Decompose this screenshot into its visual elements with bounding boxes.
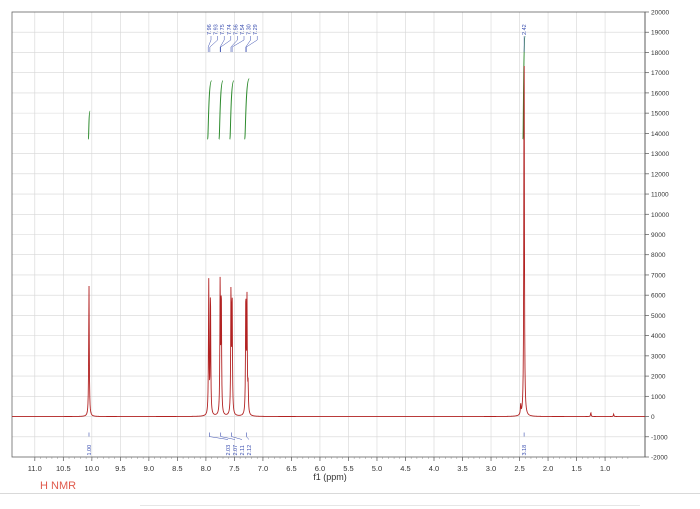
y-tick-label: 1000 [651,394,666,401]
y-tick-label: 15000 [651,111,669,118]
y-tick-label: 16000 [651,90,669,97]
x-tick-label: 11.0 [28,464,42,473]
y-tick-label: 13000 [651,151,669,158]
peak-shift-label: 7.75 [220,24,226,35]
y-tick-label: 5000 [651,313,666,320]
peak-shift-label: 7.93 [214,24,220,35]
y-tick-label: 20000 [651,10,669,17]
peak-shift-label: 7.29 [253,24,259,35]
x-tick-label: 6.5 [286,464,296,473]
lower-divider [140,505,640,506]
x-tick-label: 8.0 [201,464,211,473]
peak-shift-label: 7.30 [247,24,253,35]
x-tick-label: 7.0 [258,464,268,473]
y-tick-label: 7000 [651,272,666,279]
x-tick-label: 3.5 [457,464,467,473]
x-tick-label: 4.5 [400,464,410,473]
y-tick-label: 10000 [651,212,669,219]
y-tick-label: 8000 [651,252,666,259]
y-tick-label: 2000 [651,374,666,381]
y-tick-label: -2000 [651,455,668,462]
x-tick-label: 2.0 [543,464,553,473]
section-divider [0,493,700,494]
peak-shift-label: 7.74 [227,24,233,35]
x-tick-label: 1.5 [571,464,581,473]
y-tick-label: 4000 [651,333,666,340]
x-tick-label: 5.0 [372,464,382,473]
peak-shift-label: 7.96 [207,24,213,35]
x-tick-label: 4.0 [429,464,439,473]
x-tick-label: 10.0 [85,464,100,473]
y-tick-label: 12000 [651,171,669,178]
x-tick-label: 2.5 [514,464,524,473]
integral-value-label: 3.18 [522,445,528,456]
x-tick-label: 10.5 [56,464,71,473]
x-tick-label: 8.5 [172,464,182,473]
x-tick-label: 9.5 [115,464,125,473]
peak-shift-label: 7.56 [233,24,239,35]
integral-value-label: 2.11 [240,445,246,455]
y-tick-label: 0 [651,414,655,421]
y-tick-label: 11000 [651,192,669,199]
y-tick-label: 3000 [651,353,666,360]
nmr-spectrum-chart: -2000 -1000 0 1000 2000 3000 4000 5000 6000 7000 8… [0,0,700,509]
y-tick-label: 18000 [651,50,669,57]
integral-value-label: 1.00 [87,445,93,456]
peak-shift-label: 2.42 [522,24,528,35]
y-tick-label: -1000 [651,434,668,441]
x-tick-label: 3.0 [486,464,496,473]
x-tick-label: 1.0 [600,464,610,473]
integral-value-label: 2.03 [226,445,232,456]
x-axis-title: f1 (ppm) [313,472,347,482]
spectrum-caption: H NMR [40,480,77,492]
y-tick-label: 19000 [651,30,669,37]
peak-shift-label: 7.54 [240,24,246,35]
y-tick-label: 14000 [651,131,669,138]
x-tick-label: 9.0 [144,464,154,473]
y-tick-label: 6000 [651,293,666,300]
integral-value-label: 2.12 [247,445,253,456]
x-tick-label: 7.5 [229,464,239,473]
y-tick-label: 17000 [651,70,669,77]
y-tick-label: 9000 [651,232,666,239]
integral-value-label: 2.07 [233,445,239,456]
